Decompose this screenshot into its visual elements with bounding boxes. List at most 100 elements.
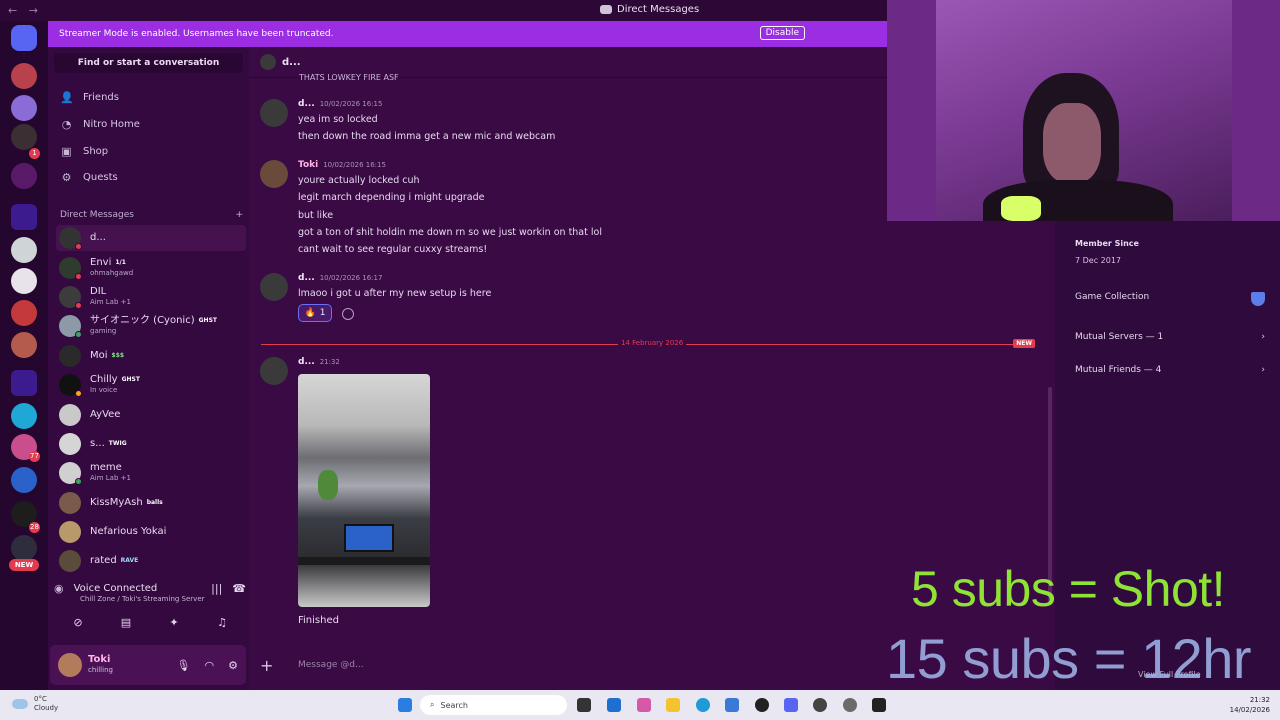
- clock-date: 14/02/2026: [1229, 706, 1270, 714]
- avatar[interactable]: [260, 99, 288, 127]
- server-rail: 1 77 28 NEW: [0, 21, 48, 690]
- nav-friends[interactable]: 👤 Friends: [60, 87, 119, 107]
- settings-gear-icon[interactable]: ⚙: [228, 659, 238, 672]
- avatar[interactable]: [260, 273, 288, 301]
- avatar[interactable]: [260, 160, 288, 188]
- desk: [298, 557, 430, 565]
- avatar: [260, 54, 276, 70]
- reaction-count: 1: [319, 308, 326, 318]
- dm-item[interactable]: DIL Aim Lab +1: [56, 284, 246, 310]
- dm-item[interactable]: Chilly GHST In voice: [56, 372, 246, 398]
- overlay-goal-1: 5 subs = Shot!: [911, 561, 1226, 617]
- camera-off-icon[interactable]: ⊘: [71, 616, 85, 630]
- shop-icon: ▣: [61, 144, 72, 158]
- copilot-icon[interactable]: [637, 698, 651, 712]
- find-conversation-button[interactable]: Find or start a conversation: [54, 53, 243, 73]
- dm-item[interactable]: d...: [56, 225, 246, 251]
- message-author[interactable]: d...: [298, 357, 315, 367]
- new-servers-badge[interactable]: NEW: [9, 559, 39, 571]
- avatar[interactable]: [58, 653, 82, 677]
- message-input[interactable]: Message @d...: [298, 660, 364, 670]
- mic-icon[interactable]: 🎙: [177, 659, 191, 672]
- server-icon[interactable]: [11, 403, 37, 429]
- avatar: [59, 404, 81, 426]
- dm-item[interactable]: KissMyAsh balls: [56, 490, 246, 516]
- add-attachment-icon[interactable]: +: [260, 656, 280, 675]
- obs-icon[interactable]: [813, 698, 827, 712]
- file-explorer-icon[interactable]: [666, 698, 680, 712]
- dm-item[interactable]: Envi 1/1 ohmahgawd: [56, 255, 246, 281]
- message-timestamp: 10/02/2026 16:15: [319, 100, 383, 108]
- disconnect-icon[interactable]: ☎: [232, 582, 246, 595]
- server-icon[interactable]: [11, 268, 37, 294]
- dm-item[interactable]: rated RAVE: [56, 548, 246, 574]
- weather-temp: 0°C: [34, 695, 47, 703]
- system-clock[interactable]: 21:32 14/02/2026: [1230, 695, 1270, 715]
- server-icon[interactable]: [11, 163, 37, 189]
- overlay-goal-2: 15 subs = 12hr: [886, 627, 1252, 690]
- clock-time: 21:32: [1249, 696, 1270, 704]
- taskbar-search[interactable]: ⌕ Search: [420, 695, 567, 715]
- quests-icon: ⚙: [61, 170, 72, 184]
- discord-home-icon[interactable]: [11, 25, 37, 51]
- glow-light: [1001, 196, 1041, 221]
- game-collection-row[interactable]: Game Collection: [1075, 292, 1265, 306]
- message-author[interactable]: Toki: [298, 160, 318, 170]
- app-icon[interactable]: [872, 698, 886, 712]
- headphones-icon[interactable]: ◠: [205, 659, 215, 672]
- server-icon[interactable]: [11, 467, 37, 493]
- dm-item[interactable]: サイオニック (Cyonic) GHST gaming: [56, 313, 246, 339]
- message-timestamp: 10/02/2026 16:15: [323, 161, 386, 169]
- dm-item[interactable]: AyVee: [56, 402, 246, 428]
- server-icon[interactable]: [11, 300, 37, 326]
- reaction-fire[interactable]: 🔥 1: [298, 304, 332, 322]
- soundboard-icon[interactable]: ♫: [215, 616, 229, 630]
- add-reaction-icon[interactable]: [342, 308, 354, 320]
- disable-streamer-mode-button[interactable]: Disable: [759, 26, 805, 40]
- mutual-friends-row[interactable]: Mutual Friends — 4 ›: [1075, 365, 1265, 375]
- server-icon[interactable]: [11, 95, 37, 121]
- server-icon[interactable]: [11, 332, 37, 358]
- cutoff-message: THATS LOWKEY FIRE ASF: [299, 73, 399, 82]
- dm-item[interactable]: Moi $$$: [56, 343, 246, 369]
- voice-channel[interactable]: Chill Zone / Toki's Streaming Server: [80, 595, 246, 603]
- server-icon[interactable]: [11, 63, 37, 89]
- message-author[interactable]: d...: [298, 273, 315, 283]
- message-author[interactable]: d...: [298, 99, 315, 109]
- windows-start-icon[interactable]: [398, 698, 412, 712]
- server-icon[interactable]: [11, 535, 37, 561]
- server-icon[interactable]: [11, 124, 37, 150]
- dm-activity: gaming: [90, 327, 117, 335]
- back-forward-icons[interactable]: ← →: [0, 4, 44, 17]
- avatar[interactable]: [260, 357, 288, 385]
- app-icon[interactable]: [725, 698, 739, 712]
- add-dm-icon[interactable]: +: [235, 210, 243, 220]
- screen-share-icon[interactable]: ▤: [119, 616, 133, 630]
- server-icon[interactable]: [11, 237, 37, 263]
- settings-icon[interactable]: [843, 698, 857, 712]
- edge-icon[interactable]: [696, 698, 710, 712]
- task-view-icon[interactable]: [577, 698, 591, 712]
- folder-icon[interactable]: [11, 204, 37, 230]
- discord-icon[interactable]: [784, 698, 798, 712]
- nav-quests[interactable]: ⚙ Quests: [60, 167, 118, 187]
- message-timestamp: 10/02/2026 16:17: [319, 274, 383, 282]
- dm-item[interactable]: s... TWIG: [56, 431, 246, 457]
- weather-widget[interactable]: 0°C Cloudy: [12, 695, 58, 713]
- unread-badge: 1: [29, 148, 40, 159]
- nav-nitro-home[interactable]: ◔ Nitro Home: [60, 114, 140, 134]
- steam-icon[interactable]: [755, 698, 769, 712]
- dm-activity: Aim Lab +1: [90, 474, 131, 482]
- user-status: chilling: [88, 666, 113, 674]
- dm-item[interactable]: meme Aim Lab +1: [56, 460, 246, 486]
- dm-name: rated: [90, 555, 117, 566]
- folder-icon[interactable]: [11, 370, 37, 396]
- image-attachment[interactable]: [298, 374, 430, 607]
- store-icon[interactable]: [607, 698, 621, 712]
- activities-icon[interactable]: ✦: [167, 616, 181, 630]
- mutual-servers-row[interactable]: Mutual Servers — 1 ›: [1075, 332, 1265, 342]
- nav-shop[interactable]: ▣ Shop: [60, 141, 108, 161]
- divider-date: 14 February 2026: [618, 339, 687, 347]
- noise-icon[interactable]: |||: [211, 582, 222, 595]
- dm-item[interactable]: Nefarious Yokai: [56, 519, 246, 545]
